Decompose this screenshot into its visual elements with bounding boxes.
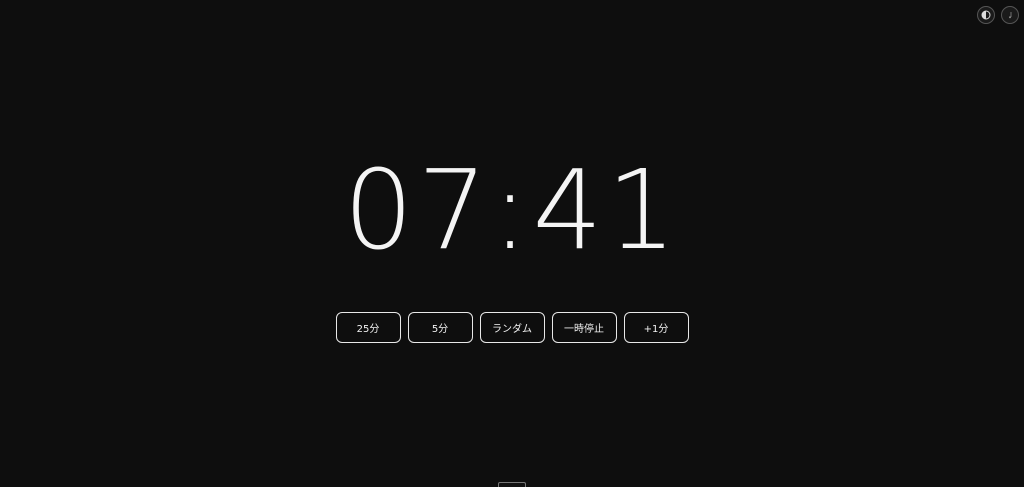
set-5-minutes-button[interactable]: 5分 xyxy=(407,312,473,343)
set-25-minutes-button[interactable]: 25分 xyxy=(335,312,401,343)
random-button[interactable]: ランダム xyxy=(479,312,545,343)
theme-toggle-button[interactable] xyxy=(977,6,995,24)
theme-contrast-icon xyxy=(981,10,991,20)
add-1-minute-button[interactable]: +1分 xyxy=(623,312,689,343)
sound-toggle-button[interactable] xyxy=(1001,6,1019,24)
sound-icon xyxy=(1009,12,1012,19)
pause-button[interactable]: 一時停止 xyxy=(551,312,617,343)
bottom-drawer-handle[interactable] xyxy=(498,482,526,487)
timer-controls: 25分 5分 ランダム 一時停止 +1分 xyxy=(0,312,1024,343)
top-right-toolbar xyxy=(977,6,1019,24)
timer-display: 07:41 xyxy=(343,146,681,274)
